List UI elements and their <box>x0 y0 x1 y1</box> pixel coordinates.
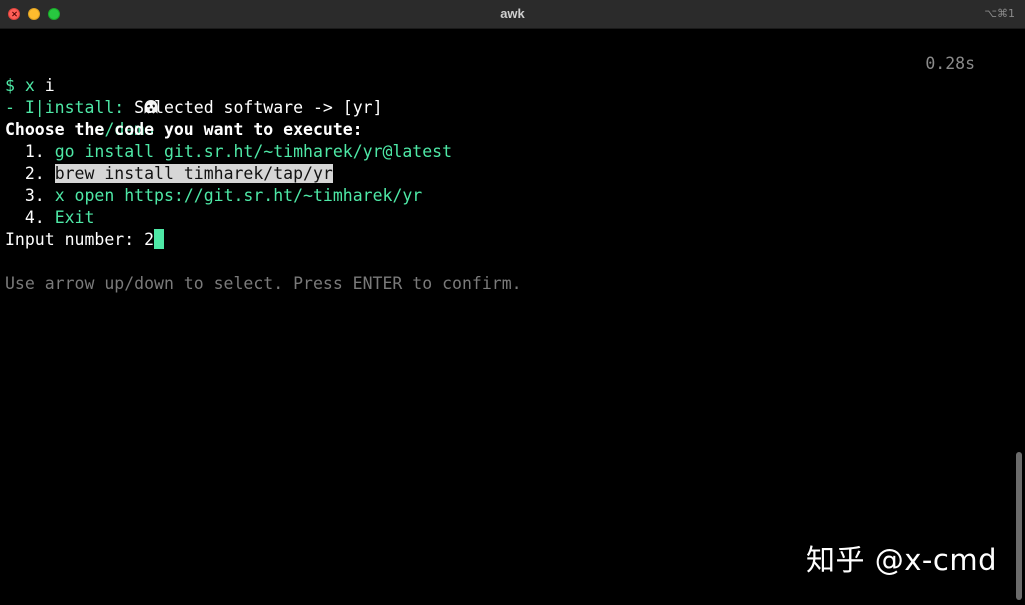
option-number: 4. <box>24 208 45 227</box>
command-arg: i <box>44 76 55 95</box>
input-value[interactable]: 2 <box>144 230 154 249</box>
hint-line: Use arrow up/down to select. Press ENTER… <box>5 274 522 293</box>
watermark: 知乎 @x-cmd <box>806 543 997 577</box>
option-text: go install git.sr.ht/~timharek/yr@latest <box>54 142 453 161</box>
option-number: 1. <box>24 142 45 161</box>
window-shortcut: ⌥⌘1 <box>984 7 1015 20</box>
status-line: - I|install: Selected software -> [yr] <box>5 97 1005 119</box>
option-4[interactable]: 4. Exit <box>5 207 1005 229</box>
input-label: Input number: <box>5 230 145 249</box>
terminal-output[interactable]: ~/demo 0.28s $ x i - I|install: Selected… <box>5 53 1005 295</box>
status-prefix: - I|install: <box>5 98 125 117</box>
status-text: Selected software -> [yr] <box>124 98 383 117</box>
scrollbar-thumb[interactable] <box>1016 452 1022 600</box>
option-text: x open https://git.sr.ht/~timharek/yr <box>54 186 423 205</box>
command-name: x <box>24 76 35 95</box>
option-3[interactable]: 3. x open https://git.sr.ht/~timharek/yr <box>5 185 1005 207</box>
prompt-header: ~/demo 0.28s <box>5 53 1005 139</box>
text-cursor <box>154 229 165 249</box>
option-text-selected: brew install timharek/tap/yr <box>54 164 333 183</box>
option-1[interactable]: 1. go install git.sr.ht/~timharek/yr@lat… <box>5 141 1005 163</box>
elapsed-time: 0.28s <box>925 54 975 73</box>
window-title: awk <box>500 6 525 21</box>
terminal-window: awk ⌥⌘1 ~/demo 0.28s $ x i - I|install: … <box>0 0 1025 605</box>
prompt-symbol: $ <box>5 76 15 95</box>
input-line[interactable]: Input number: 2 <box>5 229 1005 251</box>
option-number: 2. <box>24 164 45 183</box>
title-bar[interactable]: awk ⌥⌘1 <box>0 0 1025 29</box>
question-line: Choose the code you want to execute: <box>5 120 363 139</box>
command-line: $ x i <box>5 75 1005 97</box>
option-text: Exit <box>54 208 95 227</box>
option-2[interactable]: 2. brew install timharek/tap/yr <box>5 163 1005 185</box>
option-number: 3. <box>24 186 45 205</box>
